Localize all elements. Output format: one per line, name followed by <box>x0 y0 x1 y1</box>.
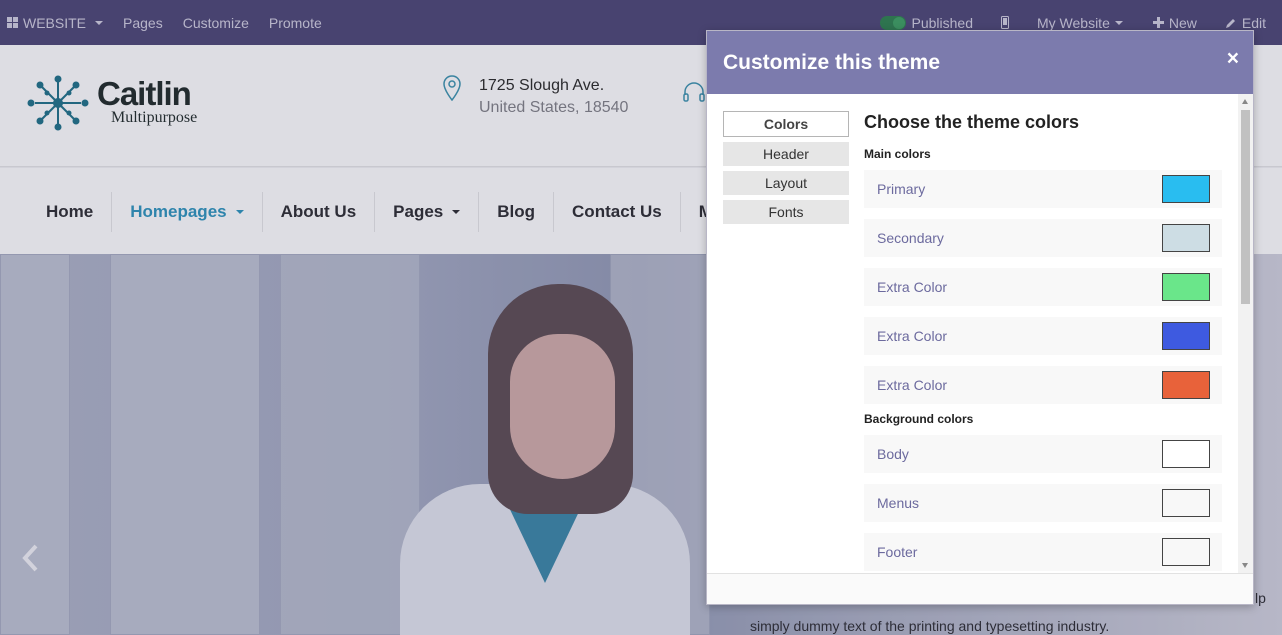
tab-header[interactable]: Header <box>723 142 849 166</box>
color-swatch-secondary[interactable] <box>1162 224 1210 252</box>
main-colors-label: Main colors <box>864 147 931 161</box>
color-row-extra-2: Extra Color <box>864 317 1222 355</box>
colors-panel: Choose the theme colors Main colors Prim… <box>864 112 1222 573</box>
customize-theme-dialog: Customize this theme × Colors Header Lay… <box>706 30 1254 605</box>
color-swatch-extra-1[interactable] <box>1162 273 1210 301</box>
color-swatch-extra-2[interactable] <box>1162 322 1210 350</box>
color-label: Primary <box>877 181 926 197</box>
color-swatch-primary[interactable] <box>1162 175 1210 203</box>
color-swatch-body[interactable] <box>1162 440 1210 468</box>
tab-layout[interactable]: Layout <box>723 171 849 195</box>
tab-colors[interactable]: Colors <box>723 111 849 137</box>
color-row-secondary: Secondary <box>864 219 1222 257</box>
color-label: Footer <box>877 544 918 560</box>
color-label: Body <box>877 446 909 462</box>
color-label: Menus <box>877 495 920 511</box>
color-row-menus: Menus <box>864 484 1222 522</box>
color-row-extra-3: Extra Color <box>864 366 1222 404</box>
color-swatch-menus[interactable] <box>1162 489 1210 517</box>
scroll-up-arrow-icon[interactable] <box>1242 99 1248 104</box>
color-row-footer: Footer <box>864 533 1222 571</box>
dialog-header: Customize this theme × <box>707 31 1253 94</box>
color-swatch-footer[interactable] <box>1162 538 1210 566</box>
color-row-primary: Primary <box>864 170 1222 208</box>
color-label: Secondary <box>877 230 944 246</box>
dialog-footer <box>707 573 1253 604</box>
dialog-title: Customize this theme <box>723 51 941 74</box>
close-icon[interactable]: × <box>1227 47 1239 71</box>
dialog-scrollbar[interactable] <box>1238 94 1253 573</box>
scrollbar-thumb[interactable] <box>1241 110 1250 304</box>
scroll-down-arrow-icon[interactable] <box>1242 563 1248 568</box>
background-colors-label: Background colors <box>864 412 974 426</box>
color-row-extra-1: Extra Color <box>864 268 1222 306</box>
color-label: Extra Color <box>877 377 948 393</box>
dialog-body: Colors Header Layout Fonts Choose the th… <box>707 94 1253 573</box>
tab-fonts[interactable]: Fonts <box>723 200 849 224</box>
color-swatch-extra-3[interactable] <box>1162 371 1210 399</box>
color-row-body: Body <box>864 435 1222 473</box>
color-label: Extra Color <box>877 328 948 344</box>
color-label: Extra Color <box>877 279 948 295</box>
theme-tabs: Colors Header Layout Fonts <box>723 111 849 229</box>
panel-heading: Choose the theme colors <box>864 112 1080 132</box>
